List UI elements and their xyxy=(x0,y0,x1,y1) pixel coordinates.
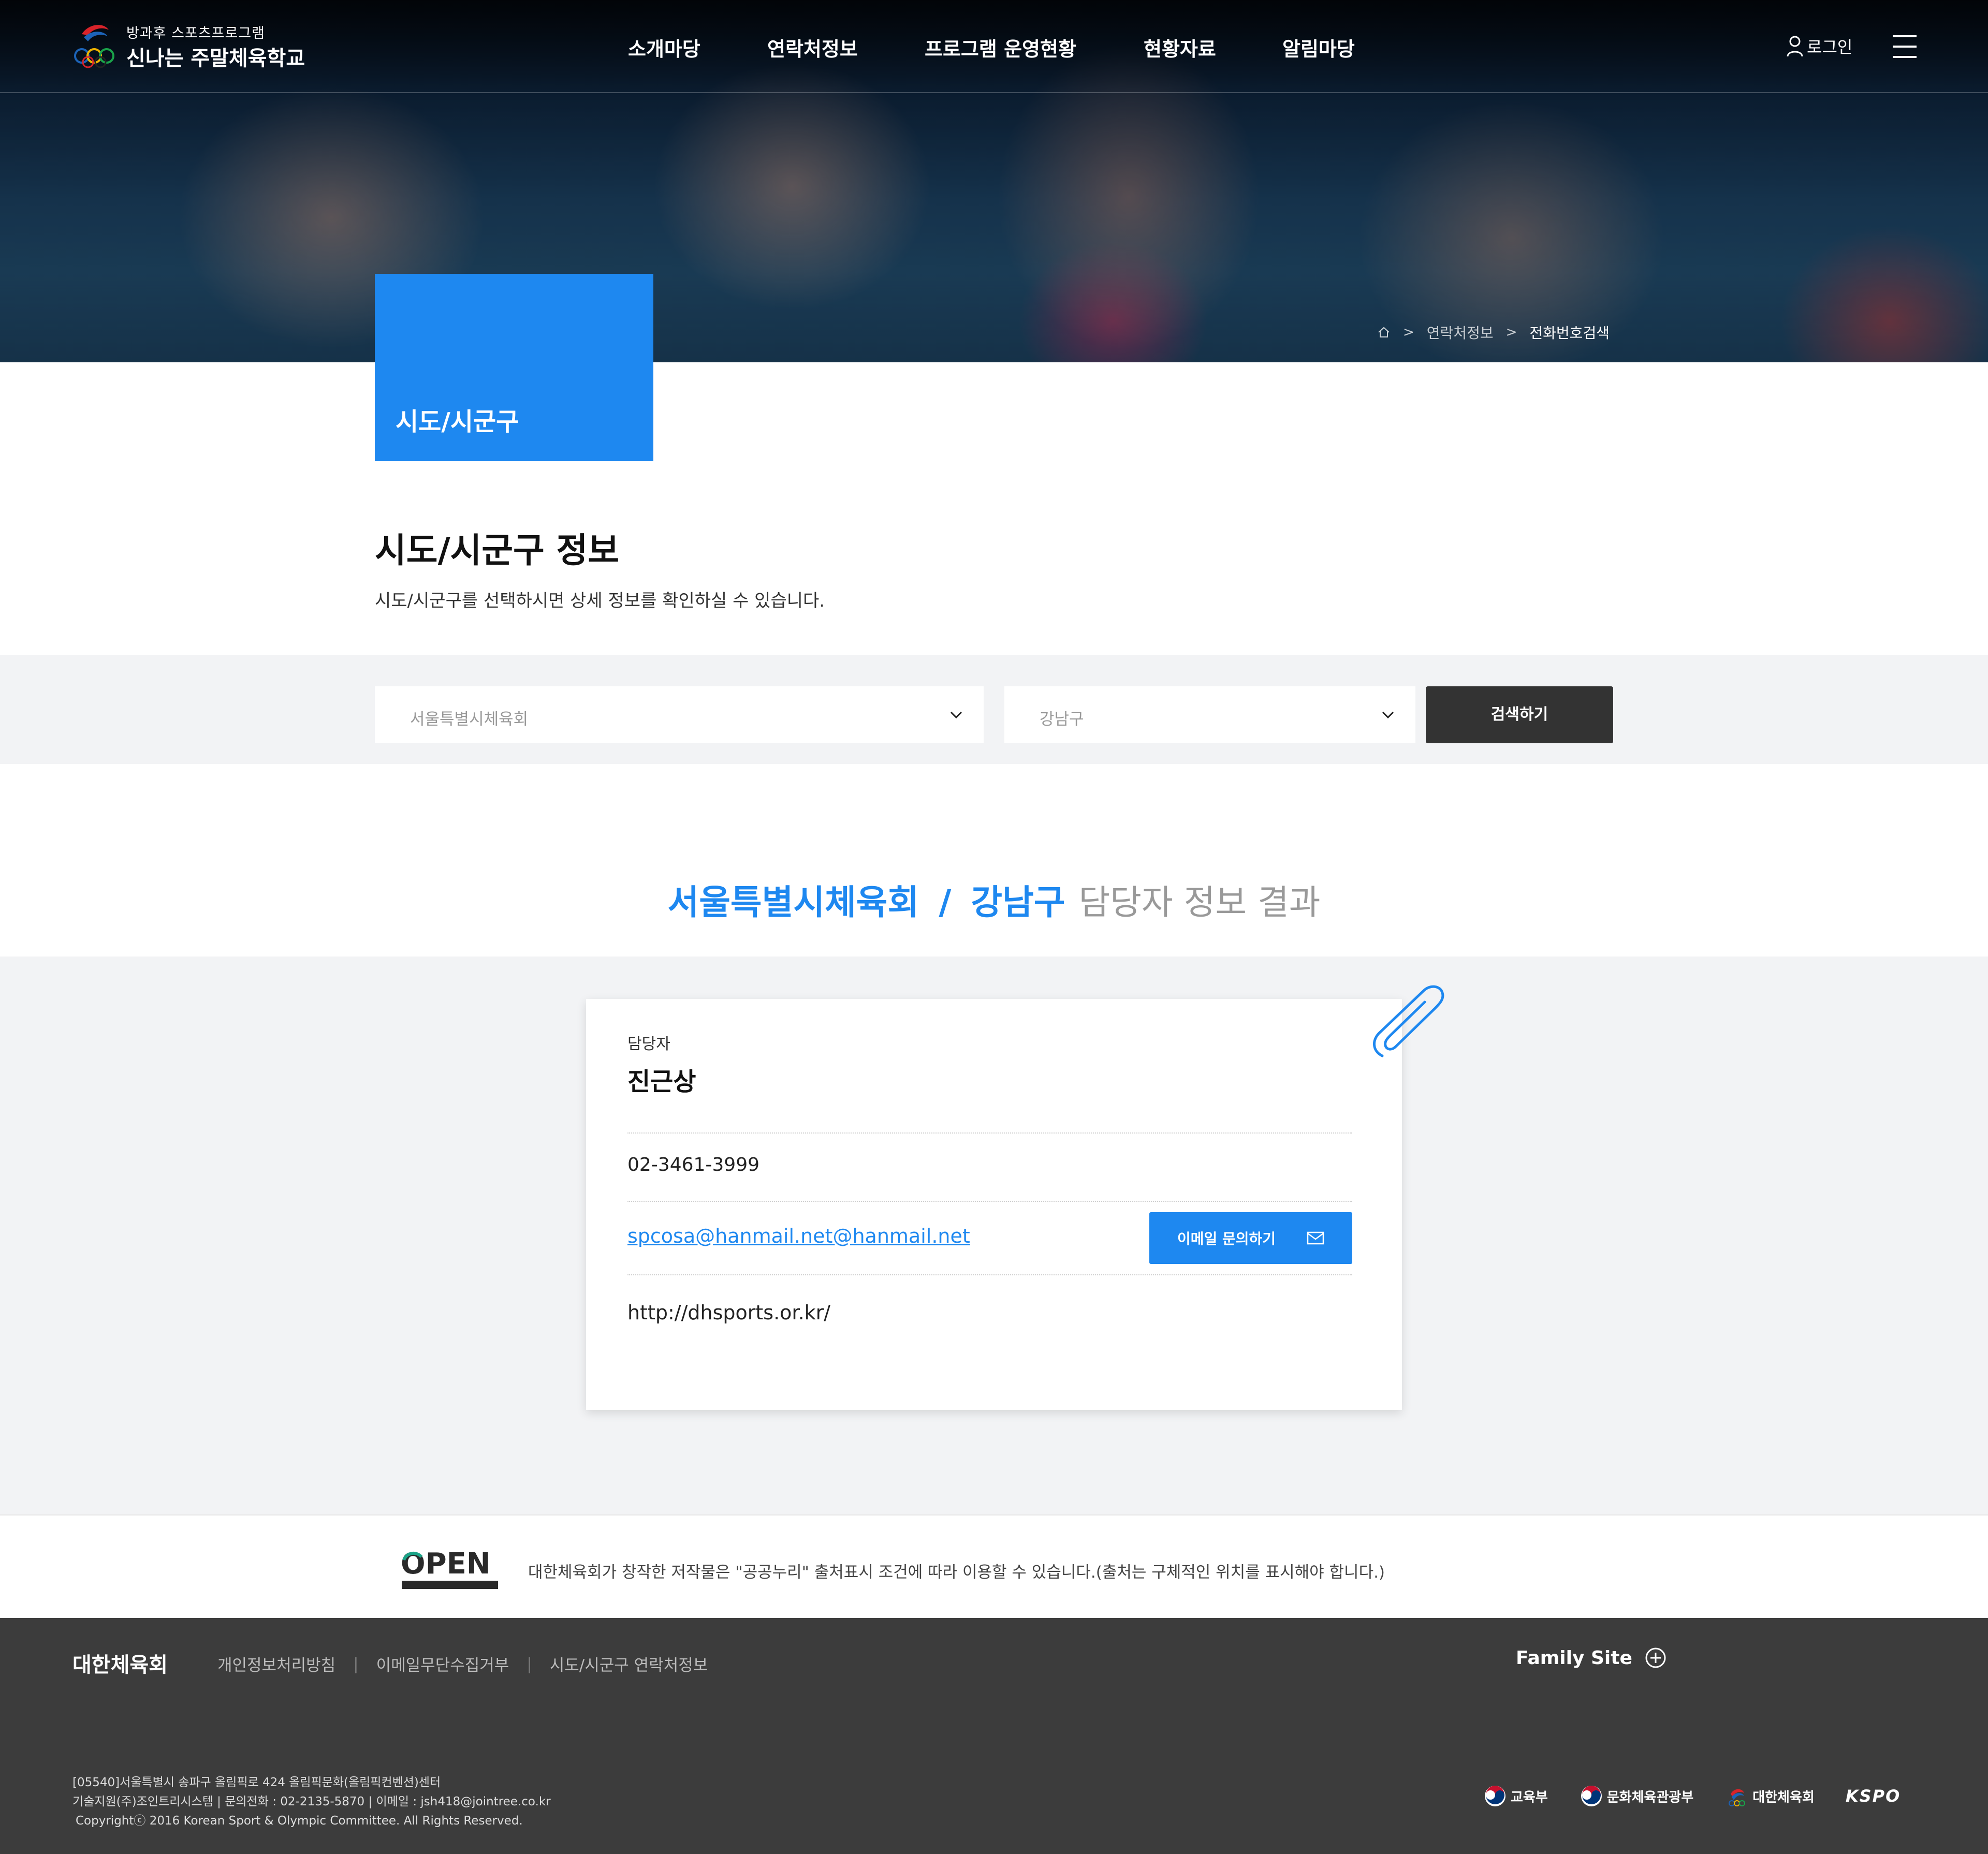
family-site-label: Family Site xyxy=(1516,1647,1632,1669)
partner-logos: 교육부 문화체육관광부 대한체육회 KSPO xyxy=(1483,1784,1901,1808)
footer: 대한체육회 개인정보처리방침 | 이메일무단수집거부 | 시도/시군구 연락처정… xyxy=(0,1618,1988,1854)
search-bar: 서울특별시체육회 강남구 검색하기 xyxy=(0,655,1988,764)
header-divider xyxy=(0,92,1988,93)
footer-address-block: [05540]서울특별시 송파구 올림픽로 424 올림픽문화(올림픽컨벤션)센… xyxy=(72,1773,551,1831)
login-label: 로그인 xyxy=(1807,37,1853,57)
privacy-policy-link[interactable]: 개인정보처리방침 xyxy=(217,1652,335,1675)
contact-info-link[interactable]: 시도/시군구 연락처정보 xyxy=(550,1652,708,1675)
divider xyxy=(627,1132,1352,1134)
breadcrumb: > 연락처정보 > 전화번호검색 xyxy=(1377,322,1610,343)
open-license-row: OPEN 대한체육회가 창작한 저작물은 "공공누리" 출처표시 조건에 따라 … xyxy=(0,1514,1988,1618)
sigungu-select[interactable]: 강남구 xyxy=(1004,686,1415,743)
section-title: 시도/시군구 정보 xyxy=(375,531,620,570)
breadcrumb-current: 전화번호검색 xyxy=(1529,325,1610,342)
search-button[interactable]: 검색하기 xyxy=(1426,686,1613,743)
nav-item-notice[interactable]: 알림마당 xyxy=(1282,33,1355,62)
email-inquiry-label: 이메일 문의하기 xyxy=(1177,1230,1276,1247)
result-sigungu: 강남구 xyxy=(971,882,1065,922)
chevron-right-icon: > xyxy=(1505,325,1517,340)
nav-item-program[interactable]: 프로그램 운영현황 xyxy=(925,33,1076,62)
separator: | xyxy=(527,1654,532,1673)
separator: | xyxy=(353,1654,359,1673)
plus-circle-icon xyxy=(1645,1647,1666,1668)
paperclip-icon xyxy=(1373,985,1444,1057)
result-slash: / xyxy=(939,882,952,922)
contact-email-link[interactable]: spcosa@hanmail.net@hanmail.net xyxy=(627,1225,970,1247)
chevron-down-icon xyxy=(950,711,962,719)
login-button[interactable]: 로그인 xyxy=(1786,34,1852,58)
partner-label: 교육부 xyxy=(1511,1789,1548,1805)
footer-address: [05540]서울특별시 송파구 올림픽로 424 올림픽문화(올림픽컨벤션)센… xyxy=(72,1776,441,1789)
family-site-button[interactable]: Family Site xyxy=(1516,1647,1667,1669)
partner-mcst[interactable]: 문화체육관광부 xyxy=(1579,1784,1693,1808)
chevron-right-icon: > xyxy=(1403,325,1414,340)
taegeuk-icon xyxy=(1485,1786,1505,1806)
partner-kspo[interactable]: KSPO xyxy=(1846,1786,1901,1806)
contact-name: 진근상 xyxy=(627,1067,696,1096)
result-title: 서울특별시체육회 / 강남구 담당자 정보 결과 xyxy=(0,875,1988,924)
chevron-down-icon xyxy=(1382,711,1394,719)
contact-card: 담당자 진근상 02-3461-3999 spcosa@hanmail.net@… xyxy=(586,999,1402,1410)
partner-label: 대한체육회 xyxy=(1752,1789,1815,1805)
footer-support: 기술지원(주)조인트리시스템 | 문의전화 : 02-2135-5870 | 이… xyxy=(72,1795,551,1808)
ksoc-emblem-icon xyxy=(1729,1789,1746,1806)
contact-phone: 02-3461-3999 xyxy=(627,1154,760,1175)
user-icon xyxy=(1787,36,1803,57)
taegeuk-icon xyxy=(1581,1786,1602,1806)
footer-org-name: 대한체육회 xyxy=(72,1653,168,1677)
contact-website[interactable]: http://dhsports.or.kr/ xyxy=(627,1301,830,1324)
breadcrumb-item[interactable]: 연락처정보 xyxy=(1427,322,1494,343)
result-sido: 서울특별시체육회 xyxy=(667,882,919,922)
hamburger-menu-icon[interactable] xyxy=(1893,35,1917,58)
main-nav: 소개마당 연락처정보 프로그램 운영현황 현황자료 알림마당 xyxy=(0,33,1988,64)
divider xyxy=(627,1274,1352,1275)
email-inquiry-button[interactable]: 이메일 문의하기 xyxy=(1149,1212,1352,1264)
nav-item-contact[interactable]: 연락처정보 xyxy=(767,33,858,62)
result-suffix: 담당자 정보 결과 xyxy=(1078,882,1321,922)
partner-label: 문화체육관광부 xyxy=(1606,1789,1694,1805)
home-icon[interactable] xyxy=(1377,326,1391,339)
section-description: 시도/시군구를 선택하시면 상세 정보를 확인하실 수 있습니다. xyxy=(375,591,825,611)
sido-select-value: 서울특별시체육회 xyxy=(410,710,529,729)
nav-item-intro[interactable]: 소개마당 xyxy=(628,33,700,62)
email-refusal-link[interactable]: 이메일무단수집거부 xyxy=(376,1652,509,1675)
divider xyxy=(627,1201,1352,1202)
footer-links: 개인정보처리방침 | 이메일무단수집거부 | 시도/시군구 연락처정보 xyxy=(217,1652,708,1675)
sido-select[interactable]: 서울특별시체육회 xyxy=(375,686,984,743)
page: 방과후 스포츠프로그램 신나는 주말체육학교 소개마당 연락처정보 프로그램 운… xyxy=(0,0,1988,1854)
footer-copyright: Copyrightⓒ 2016 Korean Sport & Olympic C… xyxy=(76,1814,523,1828)
partner-ksoc[interactable]: 대한체육회 xyxy=(1724,1784,1815,1808)
mail-icon xyxy=(1307,1231,1324,1245)
contact-label: 담당자 xyxy=(627,1035,670,1053)
sigungu-select-value: 강남구 xyxy=(1040,710,1084,729)
nav-item-status[interactable]: 현황자료 xyxy=(1144,33,1216,62)
page-tab-title: 시도/시군구 xyxy=(396,407,519,436)
open-license-text: 대한체육회가 창작한 저작물은 "공공누리" 출처표시 조건에 따라 이용할 수… xyxy=(528,1563,1385,1582)
partner-moe[interactable]: 교육부 xyxy=(1483,1784,1548,1808)
open-license-logo: OPEN xyxy=(401,1547,498,1589)
page-tab-box: 시도/시군구 xyxy=(375,274,653,461)
hero-banner: 방과후 스포츠프로그램 신나는 주말체육학교 소개마당 연락처정보 프로그램 운… xyxy=(0,0,1988,362)
